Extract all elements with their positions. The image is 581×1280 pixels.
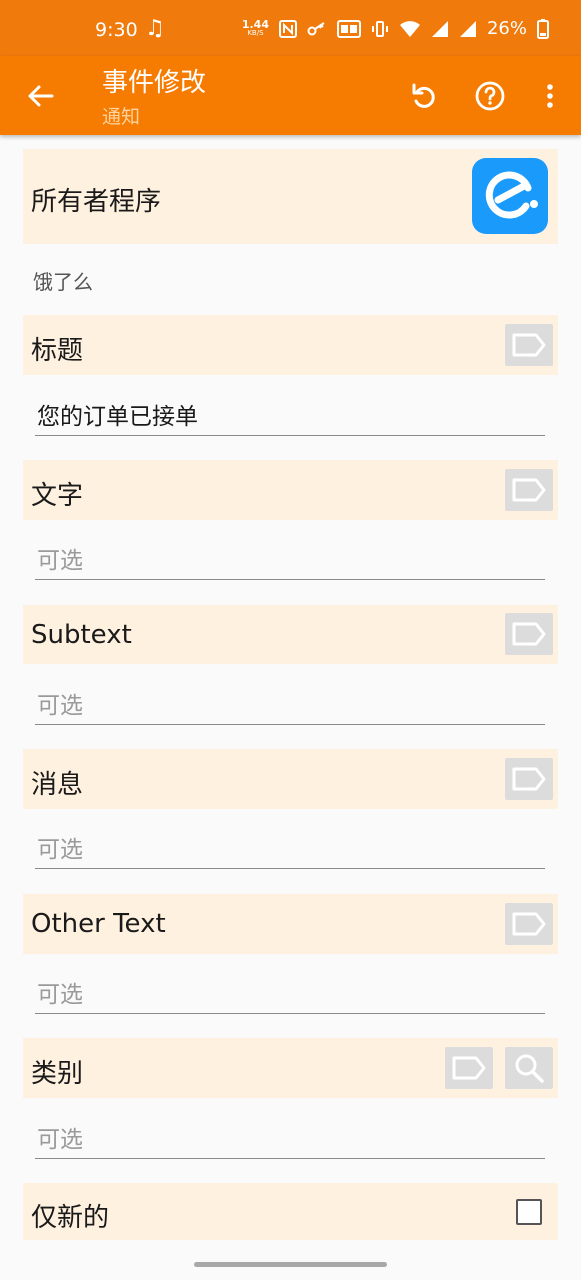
nfc-icon — [278, 19, 297, 38]
title-label: 标题 — [31, 336, 84, 366]
category-input[interactable]: 可选 — [35, 1114, 545, 1159]
gesture-nav-handle[interactable] — [194, 1262, 387, 1267]
category-variable-button[interactable] — [445, 1047, 493, 1089]
message-section: 消息 — [23, 749, 558, 809]
arrow-left-icon — [28, 85, 54, 107]
message-variable-button[interactable] — [505, 758, 553, 800]
back-button[interactable] — [22, 78, 58, 114]
subtext-label: Subtext — [31, 620, 132, 650]
other-text-input-placeholder: 可选 — [37, 982, 83, 1008]
new-only-section[interactable]: 仅新的 — [23, 1183, 558, 1240]
more-vert-icon — [547, 84, 553, 108]
subtext-input-placeholder: 可选 — [37, 693, 83, 719]
battery-percent: 26% — [486, 18, 527, 39]
label-tag-icon — [512, 622, 546, 646]
subtext-variable-button[interactable] — [505, 613, 553, 655]
other-text-label: Other Text — [31, 909, 166, 939]
title-input-value: 您的订单已接单 — [37, 404, 198, 430]
eleme-app-icon[interactable] — [472, 158, 548, 234]
status-time: 9:30 — [95, 19, 138, 41]
signal-icon-2 — [459, 20, 477, 38]
text-label: 文字 — [31, 481, 84, 511]
battery-icon — [537, 18, 549, 39]
new-only-label: 仅新的 — [31, 1203, 110, 1233]
key-icon — [307, 21, 327, 36]
label-tag-icon — [512, 912, 546, 936]
message-input-placeholder: 可选 — [37, 837, 83, 863]
other-text-variable-button[interactable] — [505, 903, 553, 945]
signal-icon-1 — [431, 20, 449, 38]
label-tag-icon — [512, 478, 546, 502]
text-section: 文字 — [23, 460, 558, 520]
label-tag-icon — [512, 333, 546, 357]
vibrate-icon — [371, 20, 389, 38]
help-button[interactable] — [470, 76, 510, 116]
message-label: 消息 — [31, 770, 84, 800]
owner-app-label: 所有者程序 — [31, 187, 162, 217]
label-tag-icon — [512, 767, 546, 791]
status-icons: 1.44 KB/S 26% — [242, 18, 549, 39]
subtext-input[interactable]: 可选 — [35, 680, 545, 725]
category-section: 类别 — [23, 1038, 558, 1098]
wifi-icon — [399, 20, 421, 38]
volte-icon — [336, 19, 361, 38]
title-variable-button[interactable] — [505, 324, 553, 366]
network-speed-value: 1.44 — [241, 17, 269, 31]
help-icon — [475, 81, 505, 111]
message-input[interactable]: 可选 — [35, 824, 545, 869]
undo-icon — [412, 83, 435, 108]
text-variable-button[interactable] — [505, 469, 553, 511]
network-speed: 1.44 KB/S — [241, 17, 269, 38]
search-icon — [515, 1054, 544, 1083]
text-input-placeholder: 可选 — [37, 548, 83, 574]
network-speed-unit: KB/S — [247, 28, 264, 37]
more-menu-button[interactable] — [530, 76, 570, 116]
undo-button[interactable] — [403, 76, 443, 116]
label-tag-icon — [452, 1056, 486, 1080]
title-input[interactable]: 您的订单已接单 — [35, 391, 545, 436]
title-section: 标题 — [23, 315, 558, 375]
page-subtitle: 通知 — [102, 106, 141, 128]
app-bar: 事件修改 通知 — [0, 56, 581, 135]
new-only-checkbox[interactable] — [516, 1199, 542, 1225]
music-note-icon: ♫ — [145, 16, 165, 41]
subtext-section: Subtext — [23, 605, 558, 664]
owner-app-name: 饿了么 — [33, 270, 93, 294]
category-input-placeholder: 可选 — [37, 1127, 83, 1153]
status-bar: 9:30 ♫ 1.44 KB/S 26% — [0, 0, 581, 56]
page-title: 事件修改 — [102, 68, 207, 98]
text-input[interactable]: 可选 — [35, 535, 545, 580]
other-text-section: Other Text — [23, 894, 558, 954]
category-search-button[interactable] — [505, 1047, 553, 1089]
category-label: 类别 — [31, 1059, 84, 1089]
other-text-input[interactable]: 可选 — [35, 969, 545, 1014]
